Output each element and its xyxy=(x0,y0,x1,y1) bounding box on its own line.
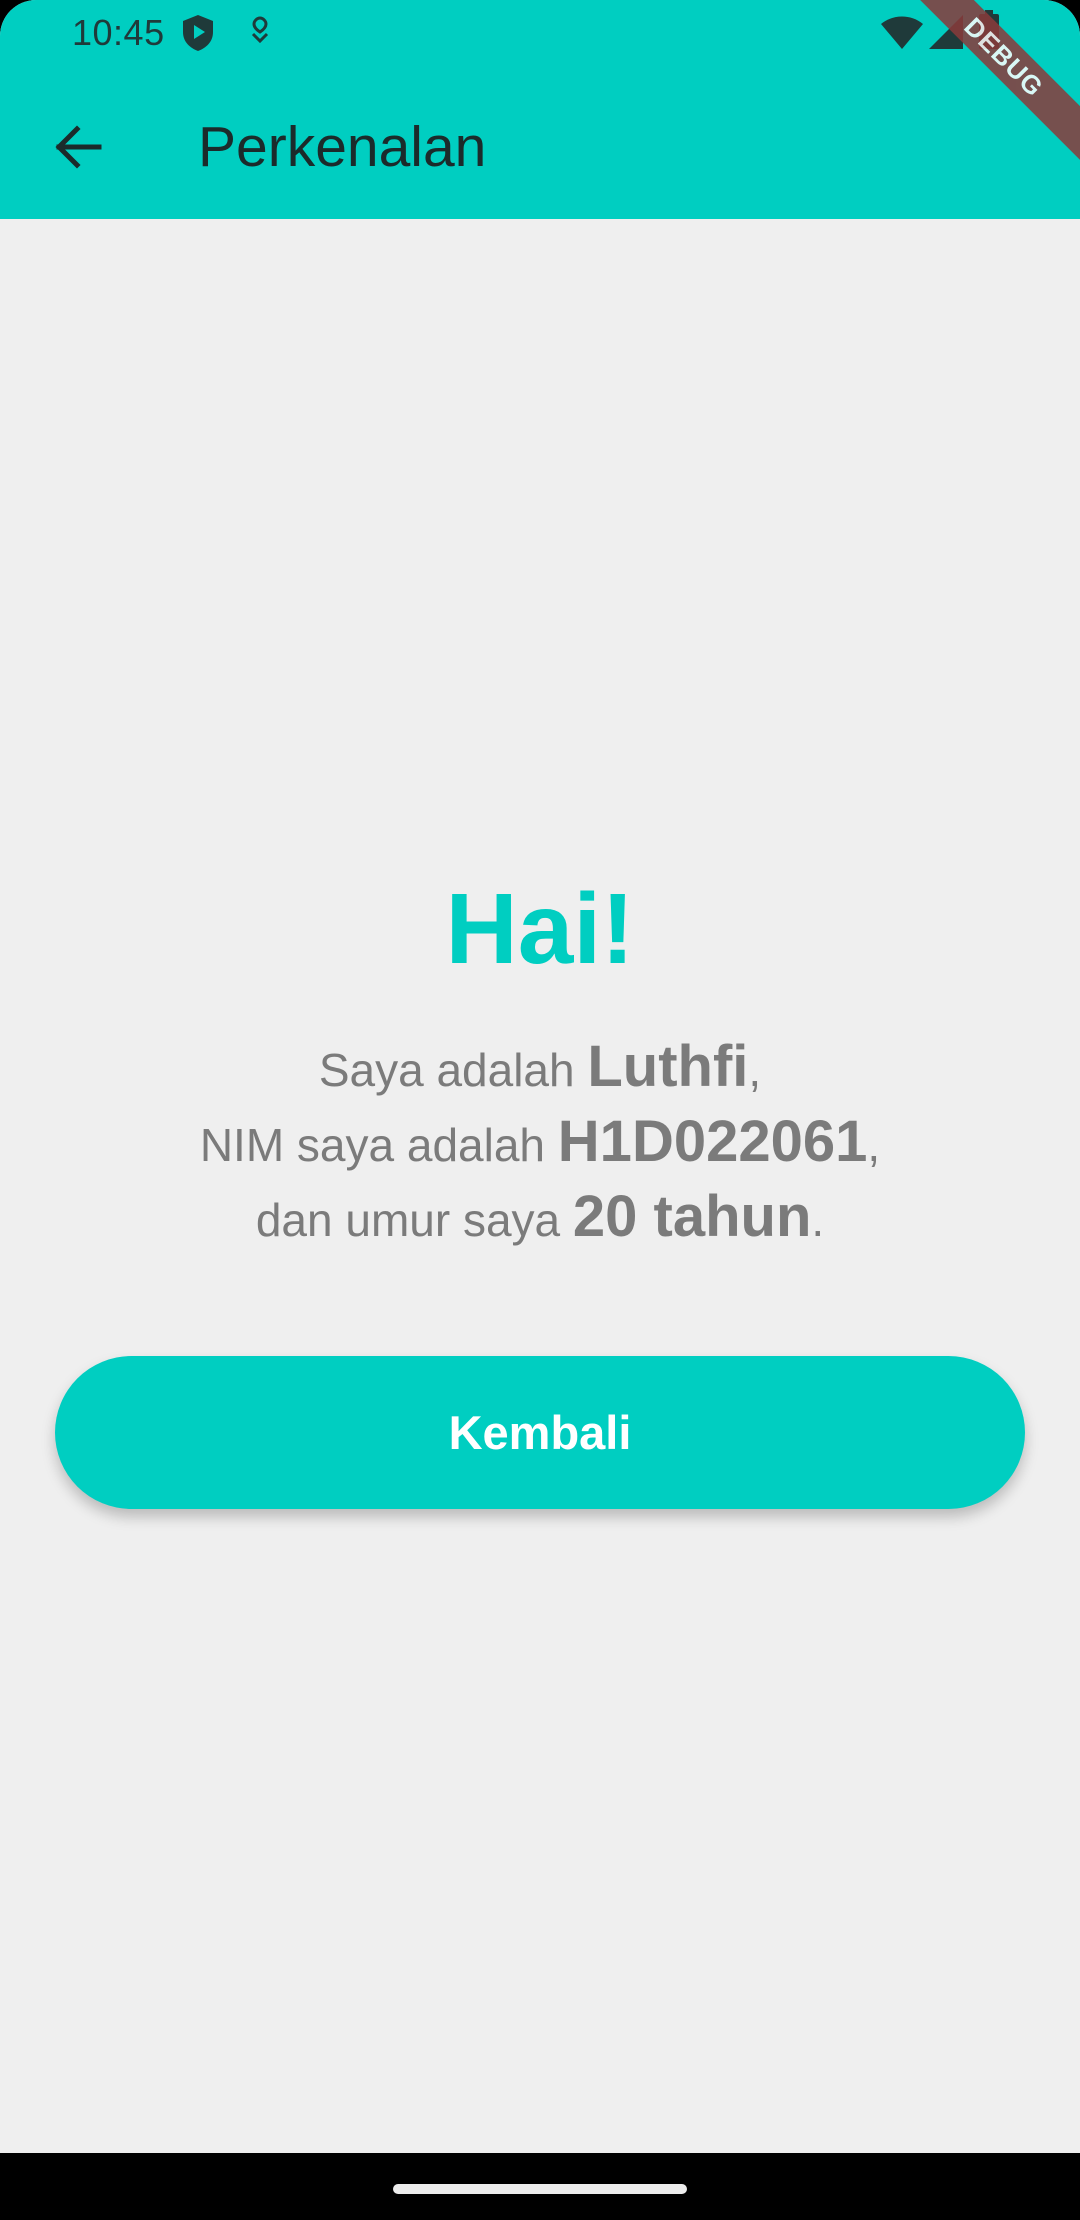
play-shield-icon xyxy=(181,14,215,57)
main-content: Hai! Saya adalah Luthfi, NIM saya adalah… xyxy=(0,219,1080,2153)
phone-screen: 10:45 Perkenalan DEBUG Hai! Saya adalah … xyxy=(0,0,1080,2220)
app-bar: Perkenalan xyxy=(0,64,1080,219)
intro-prefix-age: dan umur saya xyxy=(255,1194,573,1246)
notification-icon xyxy=(245,14,275,53)
intro-line-name: Saya adalah Luthfi, xyxy=(0,1031,1080,1106)
intro-suffix-name: , xyxy=(748,1044,762,1096)
nim-value: H1D022061 xyxy=(557,1109,868,1174)
page-title: Perkenalan xyxy=(198,115,487,179)
navigation-bar xyxy=(0,2153,1080,2220)
kembali-button[interactable]: Kembali xyxy=(55,1356,1025,1509)
back-arrow-button[interactable] xyxy=(38,107,118,187)
arrow-back-icon xyxy=(55,125,102,169)
greeting-heading: Hai! xyxy=(445,873,635,985)
app-header: 10:45 Perkenalan DEBUG xyxy=(0,0,1080,219)
wifi-icon xyxy=(880,16,924,55)
intro-prefix-nim: NIM saya adalah xyxy=(199,1119,558,1171)
home-indicator[interactable] xyxy=(393,2184,687,2194)
status-time: 10:45 xyxy=(72,12,165,53)
status-bar: 10:45 xyxy=(0,0,1080,64)
intro-suffix-age: . xyxy=(811,1194,825,1246)
intro-prefix-name: Saya adalah xyxy=(318,1044,588,1096)
intro-text: Saya adalah Luthfi, NIM saya adalah H1D0… xyxy=(0,1031,1080,1256)
intro-line-nim: NIM saya adalah H1D022061, xyxy=(0,1106,1080,1181)
intro-suffix-nim: , xyxy=(867,1119,881,1171)
intro-line-age: dan umur saya 20 tahun. xyxy=(0,1181,1080,1256)
name-value: Luthfi xyxy=(587,1034,749,1099)
age-value: 20 tahun xyxy=(572,1184,812,1249)
